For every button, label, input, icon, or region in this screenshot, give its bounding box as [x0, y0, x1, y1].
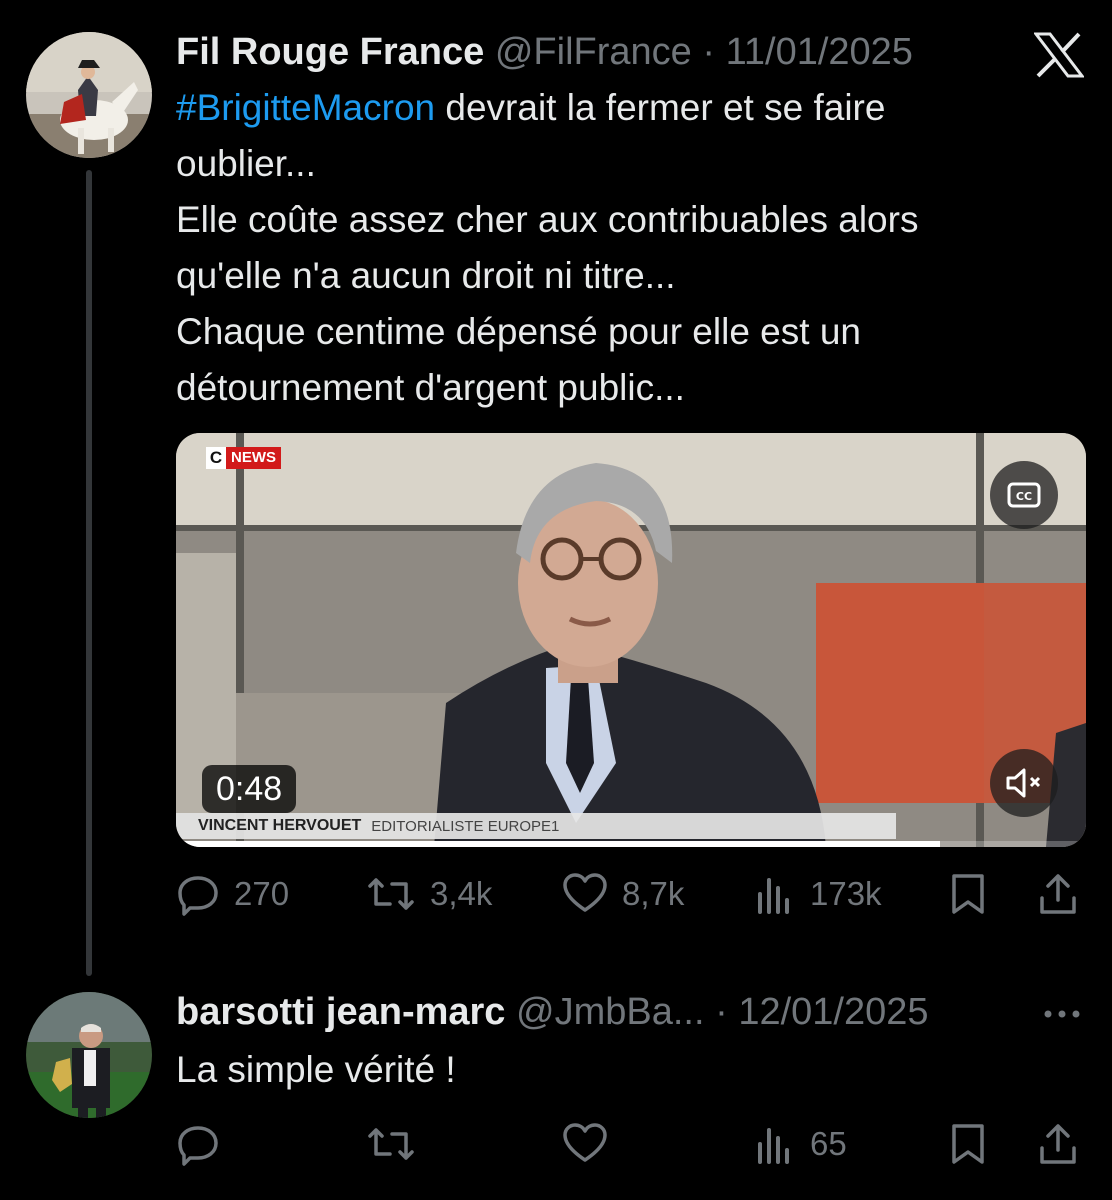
video-frame	[176, 433, 1086, 847]
repost-button[interactable]	[366, 1119, 416, 1169]
video-progress-bar[interactable]	[176, 841, 1086, 847]
video-player[interactable]: C NEWS VINCENT HERVOUET EDITORIALISTE EU…	[176, 433, 1086, 847]
channel-logo-c: C	[206, 447, 226, 469]
share-button[interactable]	[1038, 869, 1078, 919]
tweet-header: Fil Rouge France @FilFrance · 11/01/2025	[176, 30, 913, 74]
views-button[interactable]: 65	[756, 1119, 847, 1169]
author-handle[interactable]: @FilFrance	[495, 31, 692, 73]
view-count: 65	[810, 1125, 847, 1162]
tweet-text-line: oublier...	[176, 143, 316, 184]
video-progress-fill	[176, 841, 941, 847]
tweet-text-line: Elle coûte assez cher aux contribuables …	[176, 199, 919, 240]
like-count: 8,7k	[622, 875, 685, 912]
views-button[interactable]: 173k	[756, 869, 882, 919]
svg-text:CC: CC	[1016, 490, 1032, 503]
avatar[interactable]	[26, 992, 152, 1118]
views-icon	[758, 878, 789, 914]
share-button[interactable]	[1038, 1119, 1078, 1169]
tweet-actions: 270 3,4k 8,7k 173k	[176, 869, 1086, 919]
share-icon	[1040, 874, 1076, 914]
author-name[interactable]: barsotti jean-marc	[176, 991, 505, 1033]
speaker-name: VINCENT HERVOUET	[198, 817, 362, 834]
like-button[interactable]	[562, 1119, 608, 1169]
views-icon	[758, 1128, 789, 1164]
heart-icon	[563, 873, 607, 912]
share-icon	[1040, 1124, 1076, 1164]
tweet-date[interactable]: 11/01/2025	[726, 31, 913, 73]
bookmark-button[interactable]	[948, 1119, 988, 1169]
tweet-text: La simple vérité !	[176, 1049, 456, 1090]
tweet-text: #BrigitteMacron devrait la fermer et se …	[176, 80, 1056, 416]
video-duration: 0:48	[202, 765, 297, 813]
tweet-text-segment: devrait la fermer et se faire	[435, 87, 886, 128]
tweet-header: barsotti jean-marc @JmbBa... · 12/01/202…	[176, 990, 929, 1034]
separator: ·	[702, 31, 716, 73]
reply-button[interactable]: 270	[176, 869, 289, 919]
lower-third: VINCENT HERVOUET EDITORIALISTE EUROPE1	[176, 813, 896, 839]
like-button[interactable]: 8,7k	[562, 869, 684, 919]
avatar[interactable]	[26, 32, 152, 158]
x-logo	[1034, 32, 1084, 78]
reply-tweet[interactable]: barsotti jean-marc @JmbBa... · 12/01/202…	[0, 980, 1112, 1200]
reply-button[interactable]	[176, 1119, 220, 1169]
repost-icon	[368, 1128, 414, 1160]
more-icon[interactable]	[1040, 1004, 1084, 1024]
tweet-text-line: détournement d'argent public...	[176, 367, 685, 408]
repost-count: 3,4k	[430, 875, 493, 912]
heart-icon	[563, 1123, 607, 1162]
reply-icon	[178, 1126, 218, 1166]
author-name[interactable]: Fil Rouge France	[176, 31, 484, 73]
tweet-actions: 65	[176, 1119, 1086, 1169]
reply-count: 270	[234, 875, 290, 912]
mute-button[interactable]	[990, 749, 1058, 817]
separator: ·	[715, 991, 728, 1033]
bookmark-icon	[952, 874, 984, 914]
cc-icon: CC	[1007, 482, 1041, 508]
channel-logo: C NEWS	[206, 447, 281, 469]
bookmark-icon	[952, 1124, 984, 1164]
tweet-text-line: qu'elle n'a aucun droit ni titre...	[176, 255, 676, 296]
author-handle[interactable]: @JmbBa...	[516, 991, 705, 1033]
channel-logo-text: NEWS	[226, 447, 281, 469]
view-count: 173k	[810, 875, 882, 912]
repost-button[interactable]: 3,4k	[366, 869, 492, 919]
reply-icon	[178, 876, 218, 916]
repost-icon	[368, 878, 414, 910]
tweet-text-line: #BrigitteMacron devrait la fermer et se …	[176, 80, 1056, 136]
hashtag-link[interactable]: #BrigitteMacron	[176, 87, 435, 128]
mute-icon	[1006, 768, 1041, 798]
main-tweet[interactable]: Fil Rouge France @FilFrance · 11/01/2025…	[0, 0, 1112, 960]
speaker-role: EDITORIALISTE EUROPE1	[371, 817, 560, 835]
captions-button[interactable]: CC	[990, 461, 1058, 529]
tweet-text-line: Chaque centime dépensé pour elle est un	[176, 311, 861, 352]
bookmark-button[interactable]	[948, 869, 988, 919]
tweet-date[interactable]: 12/01/2025	[738, 991, 928, 1033]
